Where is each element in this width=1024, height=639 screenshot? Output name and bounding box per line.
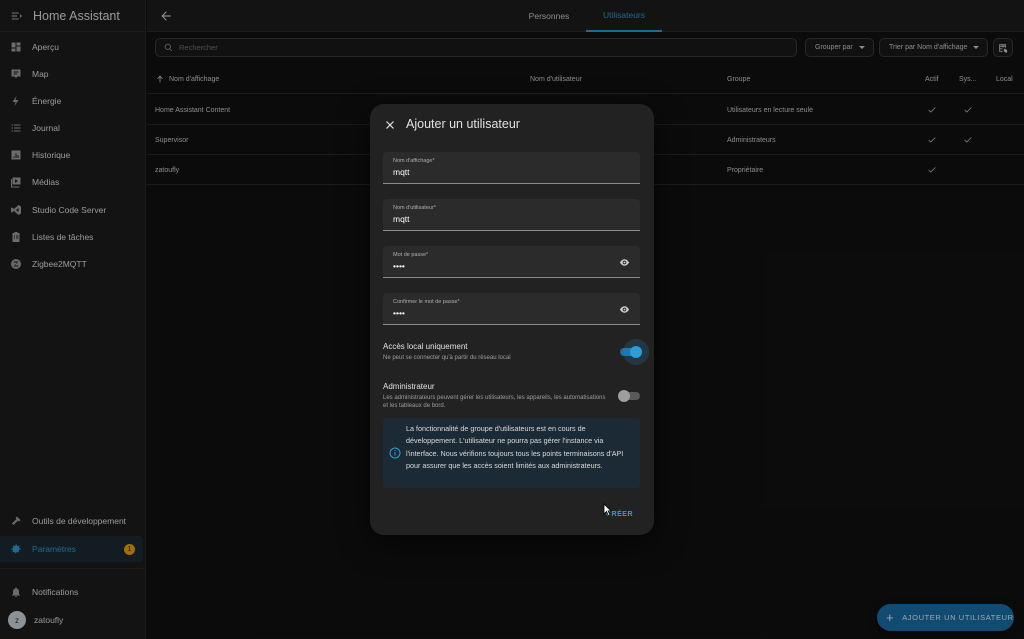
field-value: ••••: [393, 308, 405, 318]
local-access-description: Ne peut se connecter qu'à partir du rése…: [383, 355, 511, 361]
local-access-toggle[interactable]: [620, 345, 642, 358]
admin-title: Administrateur: [383, 382, 435, 391]
display-name-field[interactable]: Nom d'affichage* mqtt: [383, 152, 640, 184]
info-text: La fonctionnalité de groupe d'utilisateu…: [406, 424, 624, 471]
field-value: ••••: [393, 261, 405, 271]
admin-description: Les administrateurs peuvent gérer les ut…: [383, 395, 606, 409]
field-value: mqtt: [393, 167, 410, 177]
confirm-password-field[interactable]: Confirmer le mot de passe* ••••: [383, 293, 640, 325]
toggle-knob: [630, 345, 642, 358]
username-field[interactable]: Nom d'utilisateur* mqtt: [383, 199, 640, 231]
eye-icon[interactable]: [619, 257, 630, 268]
field-label: Mot de passe*: [393, 252, 429, 258]
field-label: Nom d'utilisateur*: [393, 205, 436, 211]
field-label: Nom d'affichage*: [393, 158, 435, 164]
eye-icon[interactable]: [619, 304, 630, 315]
field-value: mqtt: [393, 214, 410, 224]
dialog-title: Ajouter un utilisateur: [406, 117, 520, 131]
admin-toggle[interactable]: [618, 389, 640, 402]
password-field[interactable]: Mot de passe* ••••: [383, 246, 640, 278]
info-alert: La fonctionnalité de groupe d'utilisateu…: [383, 418, 640, 488]
local-access-title: Accès local uniquement: [383, 342, 468, 351]
add-user-dialog: Ajouter un utilisateur Nom d'affichage* …: [370, 104, 654, 535]
close-icon[interactable]: [384, 119, 396, 131]
toggle-knob: [618, 389, 630, 402]
mouse-cursor-icon: [603, 503, 612, 517]
info-icon: [389, 447, 401, 459]
field-label: Confirmer le mot de passe*: [393, 299, 460, 305]
